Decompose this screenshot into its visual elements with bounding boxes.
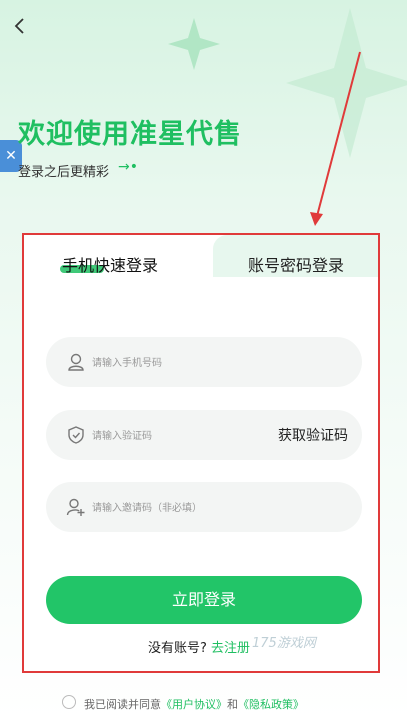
code-placeholder: 请输入验证码: [92, 431, 152, 442]
agreement-and: 和: [227, 698, 238, 711]
watermark: 175游戏网: [252, 636, 316, 651]
user-icon: [68, 353, 84, 371]
subtitle-arrow-icon: →•: [118, 159, 138, 175]
annotation-arrow-icon: [310, 51, 361, 226]
invite-placeholder: 请输入邀请码（非必填）: [92, 503, 202, 514]
register-prompt: 没有账号? 去注册: [148, 637, 250, 656]
page-subtitle: 登录之后更精彩: [18, 165, 110, 180]
phone-field[interactable]: 请输入手机号码: [46, 337, 362, 387]
login-button[interactable]: 立即登录: [46, 576, 362, 624]
get-code-button[interactable]: 获取验证码: [278, 425, 348, 445]
agreement-prefix: 我已阅读并同意: [84, 698, 161, 711]
small-star-decoration-icon: [168, 18, 220, 70]
agreement-checkbox[interactable]: [62, 695, 76, 709]
phone-placeholder: 请输入手机号码: [92, 358, 162, 369]
tab-account-password-login[interactable]: 账号密码登录: [248, 252, 344, 276]
tools-icon: ✕: [5, 148, 17, 164]
add-user-icon: [66, 498, 85, 516]
page-title: 欢迎使用准星代售: [18, 119, 242, 150]
invite-code-field[interactable]: 请输入邀请码（非必填）: [46, 482, 362, 532]
user-agreement-link[interactable]: 《用户协议》: [161, 698, 227, 711]
shield-icon: [68, 426, 84, 444]
no-account-text: 没有账号?: [148, 641, 207, 656]
verification-code-field[interactable]: 请输入验证码 获取验证码: [46, 410, 362, 460]
tab-phone-quick-login[interactable]: 手机快速登录: [62, 252, 158, 276]
register-link[interactable]: 去注册: [211, 641, 250, 656]
back-arrow-icon[interactable]: [10, 16, 30, 36]
privacy-policy-link[interactable]: 《隐私政策》: [238, 698, 304, 711]
